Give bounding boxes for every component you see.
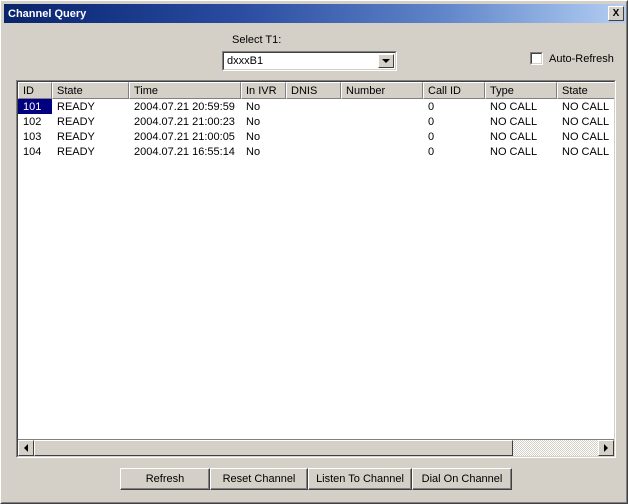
table-cell: NO CALL xyxy=(562,130,610,143)
table-cell: NO CALL xyxy=(490,100,538,113)
scroll-left-button[interactable] xyxy=(18,440,34,456)
table-cell: NO CALL xyxy=(490,130,538,143)
table-cell: READY xyxy=(57,115,95,128)
table-row[interactable]: 101 READY 2004.07.21 20:59:59 No 0 NO CALL NO … xyxy=(18,99,614,114)
table-cell: 0 xyxy=(428,145,435,158)
table-cell: READY xyxy=(57,100,95,113)
column-header-in-ivr-3[interactable]: In IVR xyxy=(241,82,286,99)
auto-refresh-control[interactable]: Auto-Refresh xyxy=(530,52,614,65)
table-cell xyxy=(286,99,341,114)
listen-to-channel-button[interactable]: Listen To Channel xyxy=(308,468,412,490)
table-cell: No xyxy=(246,130,261,143)
table-cell xyxy=(341,114,423,129)
chevron-down-icon xyxy=(382,59,390,63)
table-cell: 0 xyxy=(428,100,435,113)
table-header-row: ID State Time In IVR DNIS Number Call ID Type St… xyxy=(18,82,614,99)
scrollbar-thumb[interactable] xyxy=(34,440,514,456)
table-cell: 0 xyxy=(428,130,435,143)
table-cell: READY xyxy=(57,130,95,143)
auto-refresh-checkbox[interactable] xyxy=(530,52,543,65)
arrow-left-icon xyxy=(24,444,28,452)
column-header-state-8[interactable]: State xyxy=(557,82,614,99)
table-cell: READY xyxy=(57,145,95,158)
close-button[interactable]: X xyxy=(608,6,624,21)
table-row[interactable]: 103 READY 2004.07.21 21:00:05 No 0 NO CALL NO … xyxy=(18,129,614,144)
combobox-dropdown-button[interactable] xyxy=(378,54,394,68)
table-row[interactable]: 102 READY 2004.07.21 21:00:23 No 0 NO CALL NO … xyxy=(18,114,614,129)
column-header-type-7[interactable]: Type xyxy=(485,82,557,99)
table-cell: NO CALL xyxy=(490,145,538,158)
column-header-dnis-4[interactable]: DNIS xyxy=(286,82,341,99)
dial-on-channel-button[interactable]: Dial On Channel xyxy=(412,468,512,490)
table-cell: 2004.07.21 16:55:14 xyxy=(134,145,235,158)
close-icon: X xyxy=(612,7,620,19)
table-cell: 103 xyxy=(23,130,42,143)
table-cell: 102 xyxy=(23,115,42,128)
table-cell xyxy=(286,114,341,129)
table-cell xyxy=(286,129,341,144)
horizontal-scrollbar[interactable] xyxy=(18,439,614,456)
table-cell: 2004.07.21 20:59:59 xyxy=(134,100,235,113)
scrollbar-track[interactable] xyxy=(34,440,598,456)
titlebar[interactable]: Channel Query X xyxy=(4,4,626,23)
window-client-area: Channel Query X Select T1: dxxxB1 Auto-R… xyxy=(1,1,627,503)
column-header-time-2[interactable]: Time xyxy=(129,82,241,99)
titlebar-buttons: X xyxy=(608,6,624,21)
select-t1-label: Select T1: xyxy=(232,34,282,46)
scroll-right-button[interactable] xyxy=(598,440,614,456)
column-header-call-id-6[interactable]: Call ID xyxy=(423,82,485,99)
table-cell: NO CALL xyxy=(490,115,538,128)
button-bar: Refresh Reset Channel Listen To Channel … xyxy=(2,468,627,490)
table-cell: NO CALL xyxy=(562,145,610,158)
auto-refresh-label: Auto-Refresh xyxy=(549,52,614,65)
table-cell xyxy=(341,99,423,114)
arrow-right-icon xyxy=(604,444,608,452)
refresh-button[interactable]: Refresh xyxy=(120,468,210,490)
table-cell: 104 xyxy=(23,145,42,158)
table-cell: NO CALL xyxy=(562,100,610,113)
table-row[interactable]: 104 READY 2004.07.21 16:55:14 No 0 NO CALL NO … xyxy=(18,144,614,159)
table-cell: No xyxy=(246,145,261,158)
table-cell: No xyxy=(246,100,261,113)
channel-list-body: ID State Time In IVR DNIS Number Call ID Type St… xyxy=(18,82,614,439)
select-t1-combobox[interactable]: dxxxB1 xyxy=(222,51,397,71)
table-cell: No xyxy=(246,115,261,128)
column-header-id-0[interactable]: ID xyxy=(18,82,52,99)
window-title: Channel Query xyxy=(8,7,87,20)
table-cell: 0 xyxy=(428,115,435,128)
combobox-field[interactable]: dxxxB1 xyxy=(223,52,396,70)
table-cell xyxy=(341,129,423,144)
column-header-state-1[interactable]: State xyxy=(52,82,129,99)
table-cell: 101 xyxy=(18,99,52,114)
table-cell: 2004.07.21 21:00:23 xyxy=(134,115,235,128)
reset-channel-button[interactable]: Reset Channel xyxy=(210,468,308,490)
combobox-value: dxxxB1 xyxy=(227,55,264,67)
channel-list: ID State Time In IVR DNIS Number Call ID Type St… xyxy=(16,80,616,458)
table-cell xyxy=(341,144,423,159)
column-header-number-5[interactable]: Number xyxy=(341,82,423,99)
table-cell: 2004.07.21 21:00:05 xyxy=(134,130,235,143)
channel-list-inner: ID State Time In IVR DNIS Number Call ID Type St… xyxy=(17,81,615,457)
table-cell: NO CALL xyxy=(562,115,610,128)
table-cell xyxy=(286,144,341,159)
table-body: 101 READY 2004.07.21 20:59:59 No 0 NO CALL NO … xyxy=(18,99,614,159)
channel-query-window: Channel Query X Select T1: dxxxB1 Auto-R… xyxy=(0,0,628,504)
